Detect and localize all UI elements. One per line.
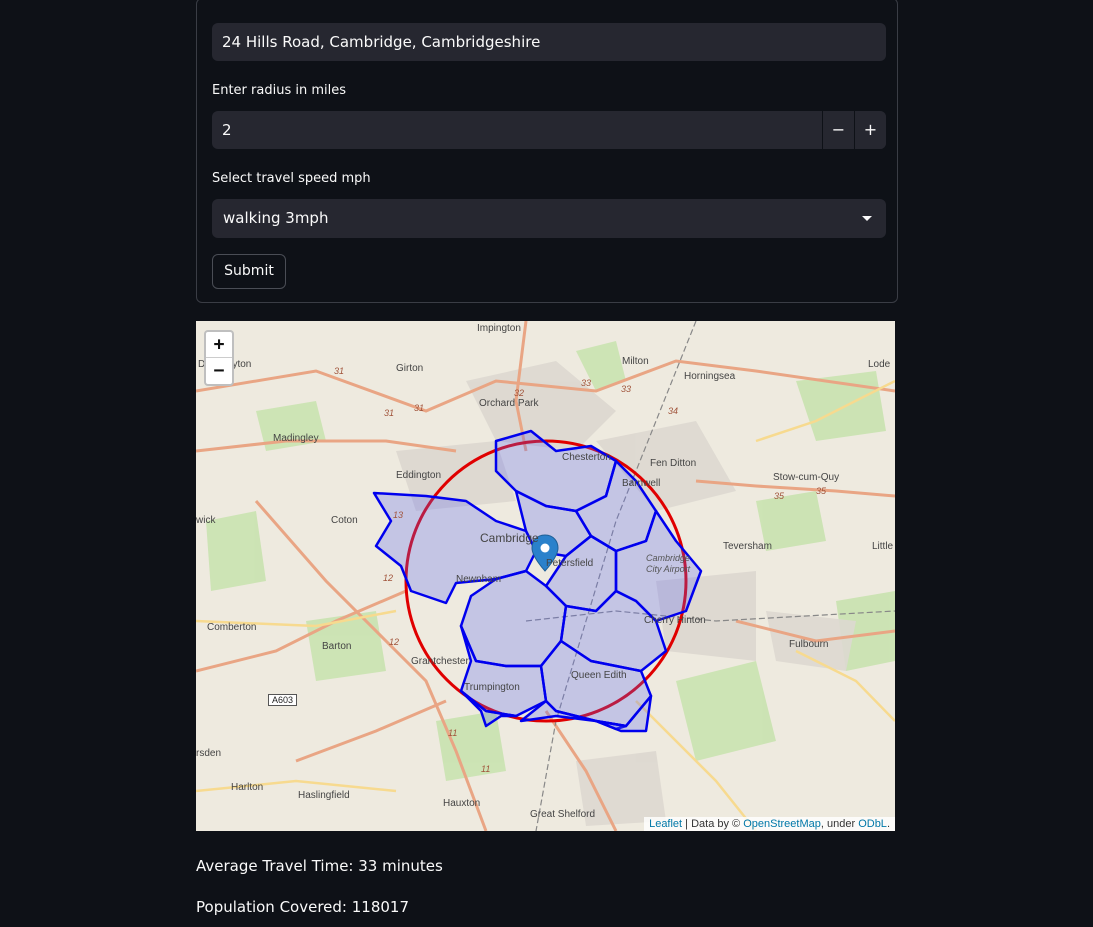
place-label: Chesterton <box>562 452 611 463</box>
zoom-out-button[interactable]: − <box>206 358 232 383</box>
place-label: Little <box>872 541 894 552</box>
road-number: 31 <box>384 408 395 418</box>
road-shield: A603 <box>268 694 298 706</box>
road-number: 31 <box>414 403 425 413</box>
road-number: 31 <box>334 366 345 376</box>
decrement-button[interactable]: − <box>822 111 854 149</box>
place-label: Great Shelford <box>530 809 596 820</box>
speed-select[interactable]: walking 3mph <box>212 199 886 238</box>
place-label: Fulbourn <box>789 639 829 650</box>
road-number: 33 <box>581 378 592 388</box>
attribution-text: | Data by © <box>682 818 744 830</box>
map[interactable]: Impington Milton Lode Dry Drayton Girton… <box>196 321 895 831</box>
place-label: Eddington <box>396 470 442 481</box>
submit-button[interactable]: Submit <box>212 254 286 289</box>
place-label: Fen Ditton <box>650 458 697 469</box>
place-label: Coton <box>331 515 358 526</box>
place-label: Queen Edith <box>571 670 627 681</box>
road-number: 13 <box>393 510 404 520</box>
speed-label: Select travel speed mph <box>212 171 371 186</box>
place-label: Cherry Hinton <box>644 615 706 626</box>
place-label: Barnwell <box>622 478 661 489</box>
road-number: 35 <box>816 486 827 496</box>
place-label: Stow-cum-Quy <box>773 472 840 483</box>
place-label: Haslingfield <box>298 790 350 801</box>
road-number: 32 <box>514 388 525 398</box>
place-label: rsden <box>196 748 222 759</box>
population-covered: Population Covered: 118017 <box>196 898 410 916</box>
road-number: 33 <box>621 384 632 394</box>
address-input[interactable]: 24 Hills Road, Cambridge, Cambridgeshire <box>212 23 886 61</box>
place-label: Madingley <box>273 433 319 444</box>
radius-value[interactable]: 2 <box>222 111 232 149</box>
road-number: 34 <box>668 406 679 416</box>
place-label: Newnham <box>456 574 502 585</box>
place-label: Milton <box>622 356 649 367</box>
average-travel-time: Average Travel Time: 33 minutes <box>196 857 443 875</box>
place-label: Trumpington <box>464 682 520 693</box>
place-label: Cambridge City Airport <box>646 553 691 574</box>
zoom-in-button[interactable]: + <box>206 332 232 358</box>
attribution-text: . <box>886 818 890 830</box>
radius-label: Enter radius in miles <box>212 83 346 98</box>
place-label: Barton <box>322 641 352 652</box>
radius-number-input[interactable]: 2 − + <box>212 111 886 149</box>
road-number: 11 <box>481 764 491 774</box>
place-label: Impington <box>477 323 521 334</box>
place-label: wick <box>196 515 216 526</box>
place-label: Cambridge <box>480 531 539 545</box>
place-label: Petersfield <box>546 558 594 569</box>
chevron-down-icon <box>862 216 872 221</box>
place-label: Grantchester <box>411 656 469 667</box>
place-label: Teversham <box>723 541 772 552</box>
place-label: Comberton <box>207 622 257 633</box>
place-label: Orchard Park <box>479 398 539 409</box>
road-number: 12 <box>383 573 394 583</box>
road-number: 35 <box>774 491 785 501</box>
road-number: 11 <box>448 728 458 738</box>
place-label: Girton <box>396 363 424 374</box>
speed-select-value: walking 3mph <box>223 209 329 227</box>
road-number: 12 <box>389 637 400 647</box>
attribution-text: , under <box>820 818 859 830</box>
odbl-link[interactable]: ODbL <box>858 818 887 830</box>
place-label: Harlton <box>231 782 264 793</box>
map-canvas <box>196 321 895 831</box>
place-label: Hauxton <box>443 798 481 809</box>
leaflet-link[interactable]: Leaflet <box>649 818 682 830</box>
place-label: Lode <box>868 359 891 370</box>
zoom-control: + − <box>204 330 234 386</box>
map-attribution: Leaflet | Data by © OpenStreetMap, under… <box>644 817 895 831</box>
place-label: Horningsea <box>684 371 736 382</box>
openstreetmap-link[interactable]: OpenStreetMap <box>743 818 821 830</box>
increment-button[interactable]: + <box>854 111 886 149</box>
